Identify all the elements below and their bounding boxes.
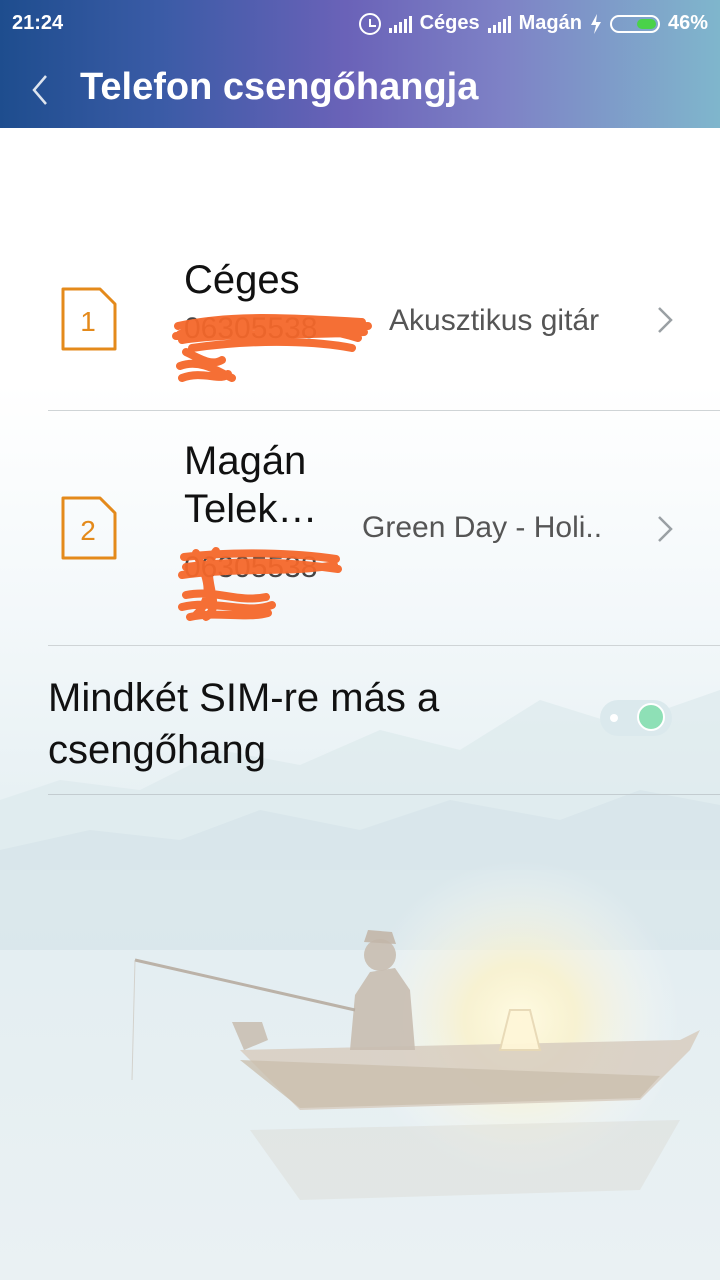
- switch-knob: [637, 703, 665, 731]
- switch-dot: [610, 714, 618, 722]
- redaction-scribble: [172, 314, 372, 382]
- redaction-scribble: [178, 547, 342, 621]
- different-ringtone-switch[interactable]: [600, 700, 672, 736]
- carrier-1-label: Céges: [419, 12, 480, 34]
- alarm-icon: [358, 12, 381, 35]
- charging-icon: [590, 13, 601, 34]
- sim-1-ringtone-row[interactable]: 1 Céges 06305538 Akusztikus gitár: [0, 230, 720, 411]
- divider: [48, 794, 720, 795]
- sim-1-icon: 1: [61, 287, 117, 351]
- sim-1-name: Céges: [184, 258, 300, 302]
- signal-icon: [388, 15, 412, 33]
- different-ringtone-toggle-row: Mindkét SIM-re más a csengőhang: [0, 646, 720, 795]
- battery-icon: [609, 14, 660, 33]
- sim-1-slot: 1: [80, 306, 96, 337]
- battery-percent: 46%: [667, 12, 708, 34]
- chevron-right-icon: [658, 307, 673, 333]
- carrier-2-label: Magán: [518, 12, 582, 34]
- chevron-left-icon[interactable]: [30, 70, 70, 110]
- status-bar: 21:24 Céges Magán 46%: [0, 0, 720, 50]
- signal-icon: [487, 15, 511, 33]
- battery-fill: [636, 18, 656, 29]
- sim-2-name: Magán Telek…: [184, 439, 318, 531]
- sim-2-ringtone-row[interactable]: 2 Magán Telek… 06305538 Green Day - Holi…: [0, 411, 720, 646]
- sim-2-icon: 2: [61, 496, 117, 560]
- status-time: 21:24: [12, 12, 64, 34]
- sim-2-ringtone: Green Day - Holi..: [362, 511, 603, 544]
- sim-1-ringtone: Akusztikus gitár: [389, 304, 600, 337]
- chevron-right-icon: [658, 516, 673, 542]
- app-header: 21:24 Céges Magán 46% Telefon csengőhang…: [0, 0, 720, 128]
- page-title: Telefon csengőhangja: [80, 66, 479, 108]
- sim-2-slot: 2: [80, 515, 96, 546]
- status-icons: Céges Magán 46%: [358, 12, 708, 35]
- toggle-label: Mindkét SIM-re más a csengőhang: [48, 676, 440, 772]
